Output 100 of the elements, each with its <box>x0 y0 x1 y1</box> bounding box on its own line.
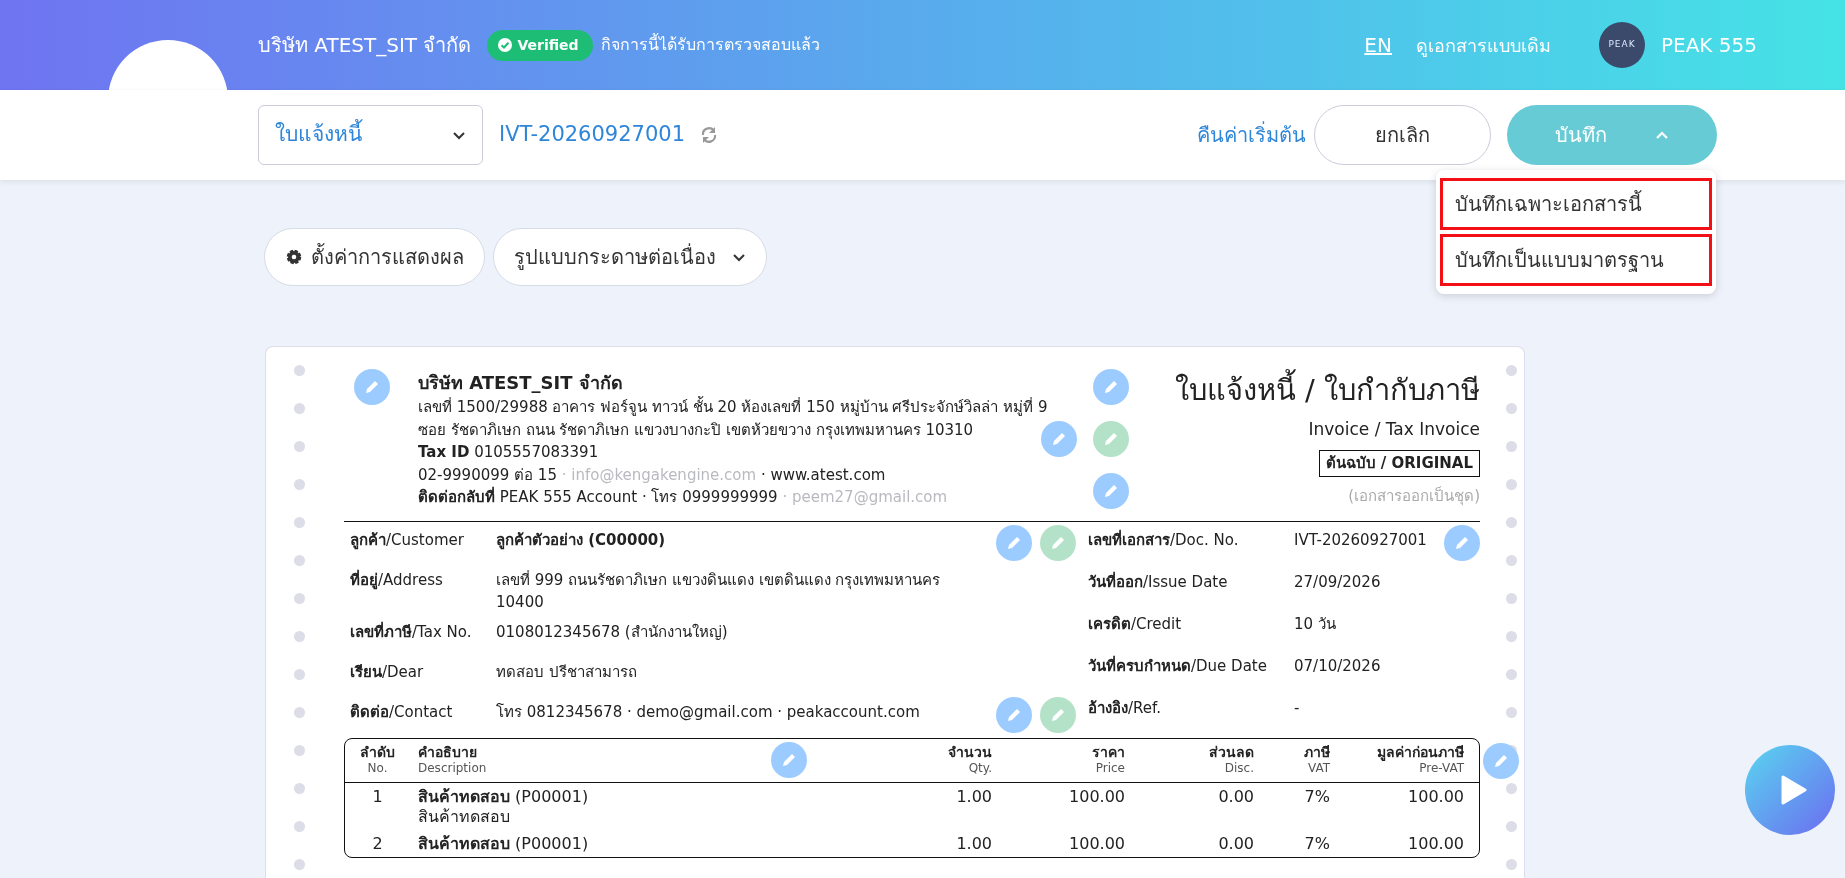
pencil-icon[interactable] <box>1093 369 1130 405</box>
chevron-down-icon <box>732 252 746 262</box>
table-cell: 1.00 <box>956 834 992 854</box>
hole-mark <box>294 859 305 870</box>
contact-label: ติดต่อกลับที่ <box>418 488 495 506</box>
seller-name: บริษัท ATEST_SIT จำกัด <box>418 371 624 395</box>
pencil-icon[interactable] <box>1444 525 1480 561</box>
table-cell: 100.00 <box>1408 786 1464 806</box>
pencil-icon[interactable] <box>996 525 1032 561</box>
document-type-dropdown[interactable]: ใบแจ้งหนี้ <box>258 105 483 165</box>
company-name: บริษัท ATEST_SIT จำกัด <box>258 32 472 59</box>
field-value: ทดสอบ ปรีชาสามารถ <box>496 661 638 683</box>
hole-mark <box>1506 517 1517 528</box>
pencil-icon[interactable] <box>1483 742 1519 779</box>
hole-mark <box>1506 669 1517 680</box>
hole-mark <box>294 631 305 642</box>
table-cell: 100.00 <box>1069 786 1125 806</box>
field-value: เลขที่ 999 ถนนรัชดาภิเษก แขวงดินแดง เขตดินแดง กรุงเทพมหานคร 10400 <box>496 569 942 613</box>
hole-mark <box>1506 365 1517 376</box>
field-value: 0108012345678 (สำนักงานใหญ่) <box>496 621 729 643</box>
settings-button[interactable]: ตั้งค่าการแสดงผล <box>264 228 485 286</box>
hole-mark <box>294 707 305 718</box>
tax-id-label: Tax ID <box>418 443 470 461</box>
pencil-icon[interactable] <box>1093 473 1130 509</box>
field-value: โทร 0812345678 · demo@gmail.com · peakaccount.com <box>496 701 921 723</box>
seller-website: · www.atest.com <box>760 465 886 484</box>
document-title: ใบแจ้งหนี้ / ใบกำกับภาษี <box>1174 369 1480 413</box>
field-label: เลขที่ภาษี/Tax No. <box>349 620 473 643</box>
table-cell: 100.00 <box>1408 834 1464 854</box>
field-label: เลขที่เอกสาร/Doc. No. <box>1087 528 1240 551</box>
hole-mark <box>294 403 305 414</box>
field-value: 27/09/2026 <box>1294 572 1382 593</box>
product-description: สินค้าทดสอบ <box>418 807 511 829</box>
field-label: ที่อยู่/Address <box>349 568 444 592</box>
chevron-down-icon <box>452 130 466 140</box>
play-icon <box>1781 775 1807 805</box>
verified-badge: Verified <box>487 29 593 61</box>
seller-address: ซอย รัชดาภิเษก ถนน รัชดาภิเษก แขวงบางกะปิ เขตห้วยขวาง กรุงเทพมหานคร 10310 <box>418 419 975 441</box>
field-label: วันที่ครบกำหนด/Due Date <box>1087 654 1268 677</box>
hole-mark <box>1506 821 1517 832</box>
pencil-icon[interactable] <box>1040 696 1076 733</box>
field-value: 10 วัน <box>1294 614 1337 635</box>
document-subtitle: Invoice / Tax Invoice <box>1308 417 1480 441</box>
field-label: ติดต่อ/Contact <box>349 701 454 723</box>
field-label: อ้างอิง/Ref. <box>1087 698 1162 719</box>
verified-text: กิจการนี้ได้รับการตรวจสอบแล้ว <box>600 33 820 56</box>
column-header: มูลค่าก่อนภาษี Pre-VAT <box>1376 743 1464 777</box>
hole-mark <box>1506 555 1517 566</box>
hole-mark <box>294 517 305 528</box>
pencil-icon[interactable] <box>771 742 807 778</box>
user-logo: PEAK <box>1598 22 1645 68</box>
hole-mark <box>1506 479 1517 490</box>
original-copy-label: ต้นฉบับ / ORIGINAL <box>1318 450 1480 477</box>
user-name: PEAK 555 <box>1660 32 1757 59</box>
field-label: ลูกค้า/Customer <box>349 530 465 552</box>
field-value: 07/10/2026 <box>1294 656 1382 677</box>
table-cell: 7% <box>1304 786 1330 806</box>
product-code: (P00001) <box>515 786 589 806</box>
hole-mark <box>294 783 305 794</box>
hole-mark <box>1506 859 1517 870</box>
hole-mark <box>1506 631 1517 642</box>
menu-item[interactable]: บันทึกเป็นแบบมาตรฐาน <box>1440 234 1712 286</box>
hole-mark <box>294 479 305 490</box>
hole-mark <box>294 441 305 452</box>
pencil-icon[interactable] <box>1040 525 1076 561</box>
pencil-icon[interactable] <box>1041 421 1078 457</box>
field-value: IVT-20260927001 <box>1294 530 1428 551</box>
menu-item[interactable]: บันทึกเฉพาะเอกสารนี้ <box>1440 178 1712 230</box>
field-label: เรียน/Dear <box>349 661 425 683</box>
product-name: สินค้าทดสอบ <box>418 834 510 854</box>
table-cell: 0.00 <box>1218 834 1254 854</box>
paper-format-dropdown[interactable]: รูปแบบกระดาษต่อเนื่อง <box>493 228 767 286</box>
table-cell: 1 <box>372 786 383 806</box>
hole-mark <box>294 821 305 832</box>
seller-contact: PEAK 555 Account · โทร 0999999999 <box>499 488 778 506</box>
seller-email: · info@kengakengine.com <box>561 465 757 484</box>
hole-mark <box>294 365 305 376</box>
hole-mark <box>294 745 305 756</box>
document-number: IVT-20260927001 <box>499 121 685 149</box>
hole-mark <box>294 669 305 680</box>
product-name: สินค้าทดสอบ <box>418 786 510 806</box>
refresh-icon[interactable] <box>699 125 719 145</box>
tax-id: 0105557083391 <box>474 443 599 461</box>
field-value: ลูกค้าตัวอย่าง (C00000) <box>496 530 667 552</box>
contact-email: · peem27@gmail.com <box>782 488 948 506</box>
hole-mark <box>1506 593 1517 604</box>
reset-link[interactable]: คืนค่าเริ่มต้น <box>1197 120 1306 150</box>
hole-mark <box>294 593 305 604</box>
pencil-icon[interactable] <box>996 696 1032 733</box>
table-cell: 2 <box>372 834 383 854</box>
hole-mark <box>294 555 305 566</box>
field-value: - <box>1294 698 1301 719</box>
table-cell: 7% <box>1304 834 1330 854</box>
cancel-button[interactable]: ยกเลิก <box>1314 105 1491 165</box>
field-label: เครดิต/Credit <box>1087 614 1183 635</box>
hole-mark <box>1506 707 1517 718</box>
table-cell: 1.00 <box>956 786 992 806</box>
pencil-icon[interactable] <box>354 369 390 405</box>
pencil-icon[interactable] <box>1093 421 1130 457</box>
product-code: (P00001) <box>515 834 589 854</box>
